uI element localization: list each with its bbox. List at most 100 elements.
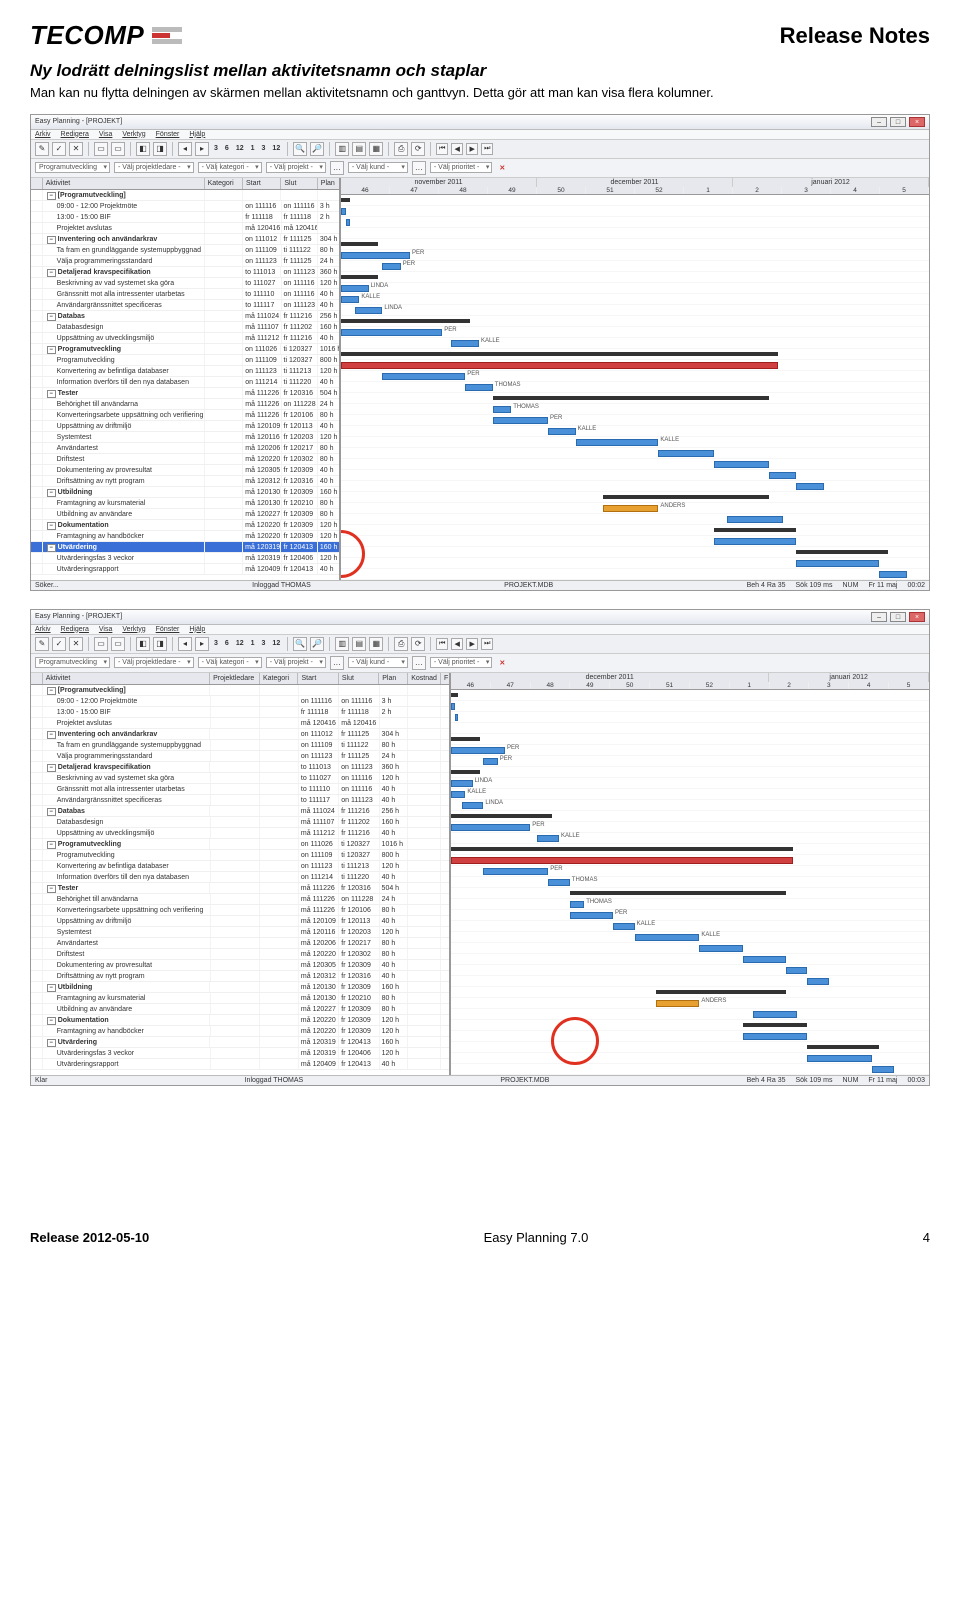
gantt-bar[interactable] [451, 693, 458, 697]
gantt-bar[interactable] [603, 505, 658, 512]
table-row[interactable]: Databasdesign må 111107fr 111202 160 h [31, 322, 339, 333]
table-row[interactable]: −Dokumentation må 120220fr 120309 120 h [31, 1015, 449, 1026]
toolbar-zoom-in-icon[interactable]: 🔍 [293, 637, 307, 651]
toolbar-zoom-out-icon[interactable]: 🔎 [310, 142, 324, 156]
nav-first-icon[interactable]: ⏮ [436, 638, 448, 650]
nav-first-icon[interactable]: ⏮ [436, 143, 448, 155]
table-row[interactable]: Utbildning av användare må 120227fr 1203… [31, 1004, 449, 1015]
gantt-bar[interactable] [451, 747, 505, 754]
clear-filters-icon[interactable]: ✕ [496, 659, 508, 667]
table-row[interactable]: 13:00 - 15:00 BIF fr 111118fr 111118 2 h [31, 707, 449, 718]
gantt-bar[interactable] [613, 923, 635, 930]
table-row[interactable]: Beskrivning av vad systemet ska göra to … [31, 278, 339, 289]
toolbar-btn[interactable]: ▭ [94, 142, 108, 156]
toolbar-btn[interactable]: ▦ [369, 142, 383, 156]
col-start[interactable]: Start [243, 178, 281, 189]
gantt-bar[interactable] [341, 275, 378, 279]
table-row[interactable]: −Utvärdering må 120319fr 120413 160 h [31, 1037, 449, 1048]
close-button[interactable]: × [909, 612, 925, 622]
gantt-bar[interactable] [341, 352, 778, 356]
table-row[interactable]: Gränssnitt mot alla intressenter utarbet… [31, 289, 339, 300]
gantt-bar[interactable] [603, 495, 769, 499]
toolbar-btn[interactable]: ◨ [153, 142, 167, 156]
filter-kategori[interactable]: - Välj kategori - [198, 162, 262, 173]
gantt-bar[interactable] [786, 967, 808, 974]
toolbar-x-icon[interactable]: ✕ [69, 637, 83, 651]
gantt-bar[interactable] [341, 329, 442, 336]
toolbar-left-icon[interactable]: ◂ [178, 637, 192, 651]
gantt-bar[interactable] [451, 340, 479, 347]
filter-projektledare[interactable]: - Välj projektledare - [114, 657, 194, 668]
table-row[interactable]: Driftsättning av nytt program må 120312f… [31, 476, 339, 487]
gantt-bar[interactable] [341, 362, 778, 369]
table-row[interactable]: −[Programutveckling] [31, 190, 339, 201]
gantt-bar[interactable] [451, 770, 480, 774]
toolbar-check-icon[interactable]: ✓ [52, 637, 66, 651]
gantt-bar[interactable] [576, 439, 659, 446]
gantt-bar[interactable] [462, 802, 484, 809]
table-row[interactable]: Framtagning av handböcker må 120220fr 12… [31, 531, 339, 542]
gantt-bar[interactable] [570, 901, 584, 908]
toolbar-right-icon[interactable]: ▸ [195, 637, 209, 651]
menu-visa[interactable]: Visa [99, 131, 113, 138]
col-projektledare[interactable]: Projektledare [210, 673, 260, 684]
toolbar-btn[interactable]: ▭ [111, 142, 125, 156]
table-row[interactable]: Projektet avslutas må 120416må 120416 [31, 718, 449, 729]
gantt-bar[interactable] [451, 737, 480, 741]
zoom-num[interactable]: 1 [249, 640, 257, 647]
toolbar-btn[interactable]: ▭ [111, 637, 125, 651]
toolbar-btn[interactable]: ⟳ [411, 142, 425, 156]
menu-hjalp[interactable]: Hjälp [189, 626, 205, 633]
table-row[interactable]: Konverteringsarbete uppsättning och veri… [31, 905, 449, 916]
table-row[interactable]: Behörighet till användarna må 111226on 1… [31, 399, 339, 410]
nav-prev-icon[interactable]: ◀ [451, 143, 463, 155]
zoom-num[interactable]: 6 [223, 640, 231, 647]
zoom-num[interactable]: 1 [249, 145, 257, 152]
table-row[interactable]: −[Programutveckling] [31, 685, 449, 696]
gantt-bar[interactable] [570, 891, 786, 895]
gantt-bar[interactable] [451, 814, 552, 818]
filter-projekt[interactable]: - Välj projekt - [266, 657, 326, 668]
gantt-bar[interactable] [451, 780, 473, 787]
toolbar-zoom-in-icon[interactable]: 🔍 [293, 142, 307, 156]
table-row[interactable]: −Databas må 111024fr 111216 256 h [31, 806, 449, 817]
table-row[interactable]: Utvärderingsfas 3 veckor må 120319fr 120… [31, 1048, 449, 1059]
nav-last-icon[interactable]: ⏭ [481, 143, 493, 155]
table-row[interactable]: −Detaljerad kravspecifikation to 111013o… [31, 267, 339, 278]
gantt-bar[interactable] [451, 703, 455, 710]
toolbar-left-icon[interactable]: ◂ [178, 142, 192, 156]
table-row[interactable]: −Utvärdering må 120319fr 120413 160 h [31, 542, 339, 553]
filter-projektledare[interactable]: - Välj projektledare - [114, 162, 194, 173]
table-row[interactable]: Systemtest må 120116fr 120203 120 h [31, 927, 449, 938]
gantt-bar[interactable] [714, 461, 769, 468]
table-row[interactable]: −Dokumentation må 120220fr 120309 120 h [31, 520, 339, 531]
table-row[interactable]: −Utbildning må 120130fr 120309 160 h [31, 982, 449, 993]
maximize-button[interactable]: □ [890, 612, 906, 622]
table-row[interactable]: Systemtest må 120116fr 120203 120 h [31, 432, 339, 443]
gantt-bar[interactable] [743, 1033, 808, 1040]
table-row[interactable]: Dokumentering av provresultat må 120305f… [31, 465, 339, 476]
gantt-bar[interactable] [537, 835, 559, 842]
nav-last-icon[interactable]: ⏭ [481, 638, 493, 650]
zoom-num[interactable]: 3 [260, 145, 268, 152]
table-row[interactable]: −Inventering och användarkrav on 111012f… [31, 729, 449, 740]
toolbar-btn[interactable]: ◨ [153, 637, 167, 651]
toolbar-btn[interactable]: ▥ [335, 142, 349, 156]
gantt-bar[interactable] [341, 285, 369, 292]
gantt-bar[interactable] [656, 1000, 699, 1007]
gantt-bar[interactable] [807, 1055, 872, 1062]
col-plan[interactable]: Plan [379, 673, 408, 684]
gantt-bar[interactable] [455, 714, 459, 721]
table-row[interactable]: 09:00 - 12:00 Projektmöte on 111116on 11… [31, 201, 339, 212]
col-slut[interactable]: Slut [281, 178, 317, 189]
table-row[interactable]: Programutveckling on 111109ti 120327 800… [31, 355, 339, 366]
col-kategori[interactable]: Kategori [205, 178, 243, 189]
gantt-bar[interactable] [493, 406, 511, 413]
menu-arkiv[interactable]: Arkiv [35, 626, 51, 633]
toolbar-btn[interactable]: ◧ [136, 142, 150, 156]
gantt-bar[interactable] [465, 384, 493, 391]
table-row[interactable]: Utvärderingsrapport må 120409fr 120413 4… [31, 564, 339, 575]
gantt-bar[interactable] [769, 472, 797, 479]
gantt-bar[interactable] [451, 791, 465, 798]
zoom-num[interactable]: 12 [270, 145, 282, 152]
